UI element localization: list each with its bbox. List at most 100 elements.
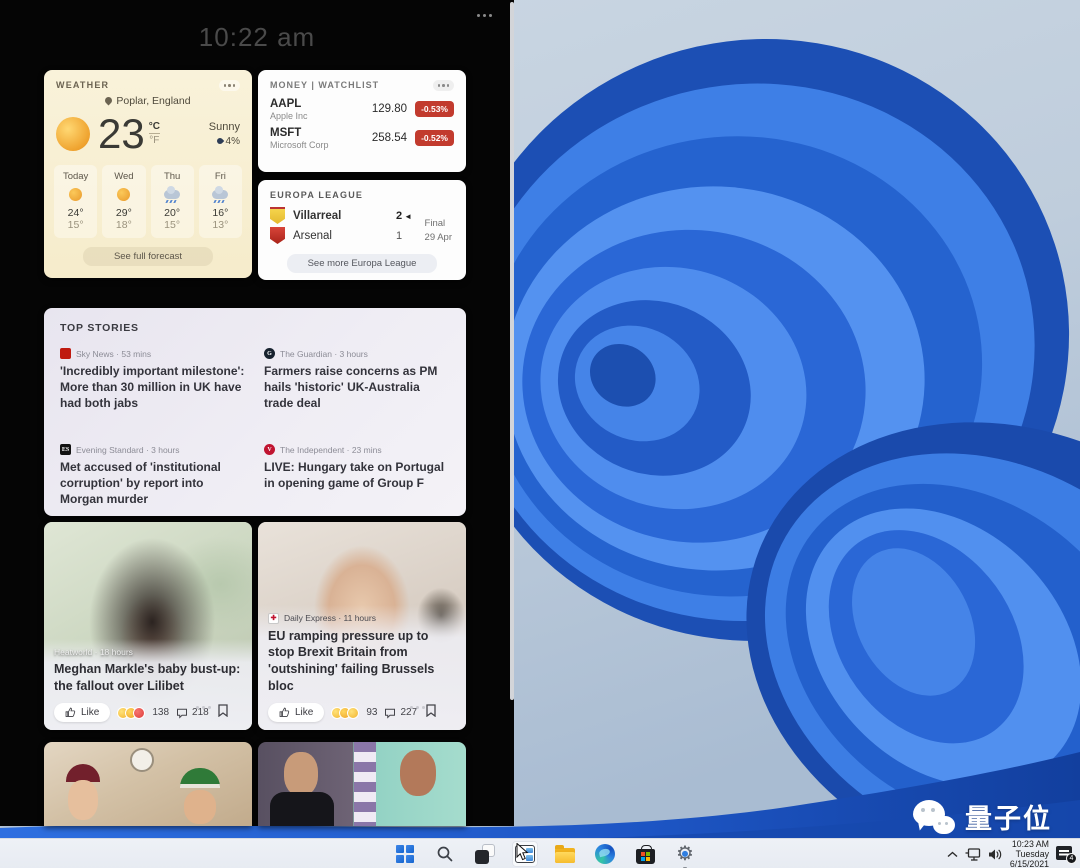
evening-standard-icon: ES [60,444,71,455]
forecast-day[interactable]: Wed 29° 18° [102,164,146,238]
bookmark-icon[interactable] [218,703,228,722]
location-pin-icon [103,95,114,105]
stock-symbol: AAPL [270,97,302,110]
file-explorer-button[interactable] [552,841,578,867]
forecast-day[interactable]: Thu 20° 15° [150,164,194,238]
edge-icon [595,844,615,864]
search-button[interactable] [432,841,458,867]
thumbs-up-icon [279,707,290,717]
photo-figure [180,768,220,788]
story-headline: LIVE: Hungary take on Portugal in openin… [264,460,445,490]
comment-icon [177,708,188,719]
like-button[interactable]: Like [268,703,325,722]
panel-clock: 10:22 am [198,22,316,52]
photo-clock [130,748,154,772]
rain-icon [164,186,181,199]
news-card[interactable]: Heatworld · 18 hours Meghan Markle's bab… [44,522,252,730]
story-item[interactable]: ES Evening Standard · 3 hours Met accused… [60,444,246,516]
stock-name: Apple Inc [270,110,308,121]
like-button[interactable]: Like [54,703,111,722]
news-card[interactable]: ✚ Daily Express · 11 hours EU ramping pre… [258,522,466,730]
weather-location: Poplar, England [44,95,252,107]
news-card-more-options-icon[interactable] [410,706,425,709]
daily-express-icon: ✚ [268,612,279,624]
sun-icon [56,116,90,151]
money-more-options-icon[interactable] [432,80,454,91]
see-full-forecast-button[interactable]: See full forecast [83,246,213,266]
weather-title: WEATHER [56,80,110,91]
story-item[interactable]: V The Independent · 23 mins LIVE: Hungary… [264,444,450,516]
stock-row[interactable]: MSFT Microsoft Corp 258.54 -0.52% [258,124,466,153]
settings-button[interactable]: ⚙ [672,841,698,868]
bookmark-icon[interactable] [426,703,436,722]
sunny-icon [69,188,83,201]
unit-fahrenheit[interactable]: °F [149,134,160,146]
system-tray: 10:23 AM Tuesday 6/15/2021 4 [947,839,1077,868]
see-more-europa-league-button[interactable]: See more Europa League [287,254,437,273]
task-view-button[interactable] [472,841,498,867]
forecast-day[interactable]: Today 24° 15° [54,164,98,238]
news-card-partial[interactable] [44,742,252,826]
sky-news-icon [60,348,71,359]
photo-figure [400,750,436,796]
tray-day: Tuesday [1015,848,1049,859]
notification-badge: 4 [1066,853,1077,864]
unit-celsius[interactable]: °C [148,121,160,134]
panel-more-options-icon[interactable] [477,14,492,17]
precip-icon [215,136,224,146]
thumbs-up-icon [65,707,76,717]
notification-center-button[interactable]: 4 [1056,846,1077,864]
story-headline: Farmers raise concerns as PM hails 'hist… [264,364,438,410]
panel-scrollbar[interactable] [510,2,514,700]
top-stories-title: TOP STORIES [60,322,139,334]
team-name: Villarreal [293,209,342,222]
network-icon[interactable] [965,847,981,861]
top-stories-widget[interactable]: TOP STORIES Sky News · 53 mins 'Incredib… [44,308,466,516]
volume-icon[interactable] [988,848,1003,861]
story-item[interactable]: G The Guardian · 3 hours Farmers raise co… [264,348,450,436]
story-meta: The Independent · 23 mins [280,444,382,455]
team-score: 2 [396,209,403,222]
stock-price: 129.80 [371,103,408,115]
story-meta: Evening Standard · 3 hours [76,444,180,455]
photo-figure [284,752,318,796]
current-temperature: 23 [98,109,145,157]
stock-name: Microsoft Corp [270,139,329,150]
guardian-icon: G [264,348,275,359]
reaction-emojis-icon[interactable] [117,706,146,719]
winner-marker-icon: ◄ [404,211,413,221]
comment-icon [385,708,396,719]
start-button[interactable] [392,841,418,867]
precip-value: 4% [225,135,240,147]
forecast-day[interactable]: Fri 16° 13° [198,164,242,238]
widgets-button[interactable] [512,841,538,867]
money-widget[interactable]: MONEY | WATCHLIST AAPL Apple Inc 129.80 … [258,70,466,172]
tray-date: 6/15/2021 [1009,859,1049,868]
stock-symbol: MSFT [270,126,302,139]
edge-button[interactable] [592,841,618,867]
reaction-count: 138 [152,707,170,718]
photo-figure [184,790,216,824]
news-headline: EU ramping pressure up to stop Brexit Br… [268,628,435,694]
store-button[interactable] [632,841,658,867]
tray-chevron-up-icon[interactable] [947,851,958,858]
story-item[interactable]: Sky News · 53 mins 'Incredibly important… [60,348,246,436]
search-icon [437,846,453,862]
reaction-count: 93 [366,707,378,718]
weather-condition: Sunny [208,120,240,133]
weather-widget[interactable]: WEATHER Poplar, England 23 °C °F Sunny 4… [44,70,252,278]
news-card-partial[interactable] [258,742,466,826]
news-card-more-options-icon[interactable] [196,706,211,709]
weather-more-options-icon[interactable] [218,80,240,91]
team-name: Arsenal [293,229,332,242]
news-headline: Meghan Markle's baby bust-up: the fallou… [54,662,241,694]
stock-change-badge: -0.52% [415,130,454,146]
sports-widget[interactable]: EUROPA LEAGUE Villarreal 2 ◄ Arsenal 1 Fi… [258,180,466,280]
widgets-icon [515,845,535,863]
story-headline: Met accused of 'institutional corruption… [60,460,221,506]
stock-row[interactable]: AAPL Apple Inc 129.80 -0.53% [258,95,466,124]
rain-icon [212,186,229,199]
tray-clock[interactable]: 10:23 AM Tuesday 6/15/2021 [1010,839,1049,868]
reaction-emojis-icon[interactable] [331,706,360,719]
photo-figure [270,792,334,826]
